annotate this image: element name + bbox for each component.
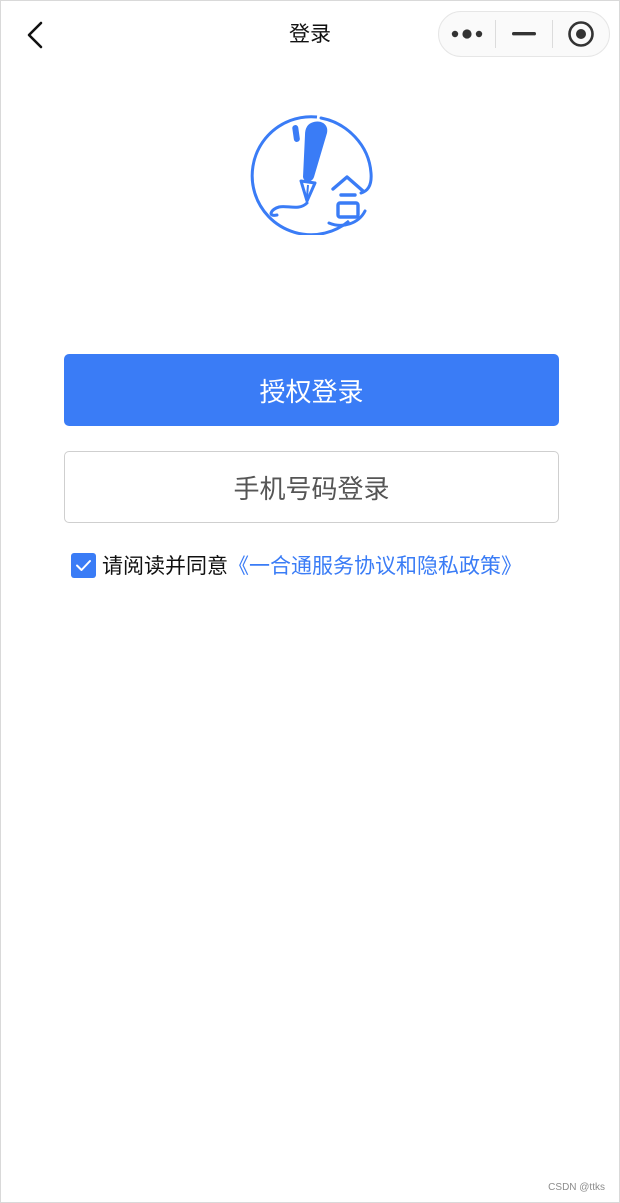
more-dots-icon: [451, 29, 483, 39]
agreement-prefix: 请阅读并同意: [102, 554, 228, 578]
app-window: 登录 授权登录 手机号码登录 请阅读并同意 《一合通服务协议和隐私政策》 CSD…: [0, 0, 620, 1203]
agreement-row: 请阅读并同意 《一合通服务协议和隐私政策》: [71, 547, 522, 583]
capsule-menu: [438, 11, 610, 57]
agreement-link[interactable]: 《一合通服务协议和隐私政策》: [228, 550, 522, 580]
close-button[interactable]: [553, 12, 609, 56]
watermark: CSDN @ttks: [548, 1182, 605, 1193]
checkmark-icon: [76, 559, 91, 571]
phone-login-button[interactable]: 手机号码登录: [64, 451, 559, 523]
back-button[interactable]: [15, 15, 55, 55]
navigation-bar: 登录: [1, 1, 619, 67]
target-circle-icon: [568, 21, 594, 47]
pen-logo-icon: [250, 115, 373, 237]
authorize-login-button[interactable]: 授权登录: [64, 354, 559, 426]
app-logo: [247, 111, 377, 237]
agreement-checkbox[interactable]: [71, 552, 96, 578]
minimize-icon: [512, 32, 536, 36]
chevron-left-icon: [27, 21, 43, 49]
minimize-button[interactable]: [496, 12, 552, 56]
more-button[interactable]: [439, 12, 495, 56]
